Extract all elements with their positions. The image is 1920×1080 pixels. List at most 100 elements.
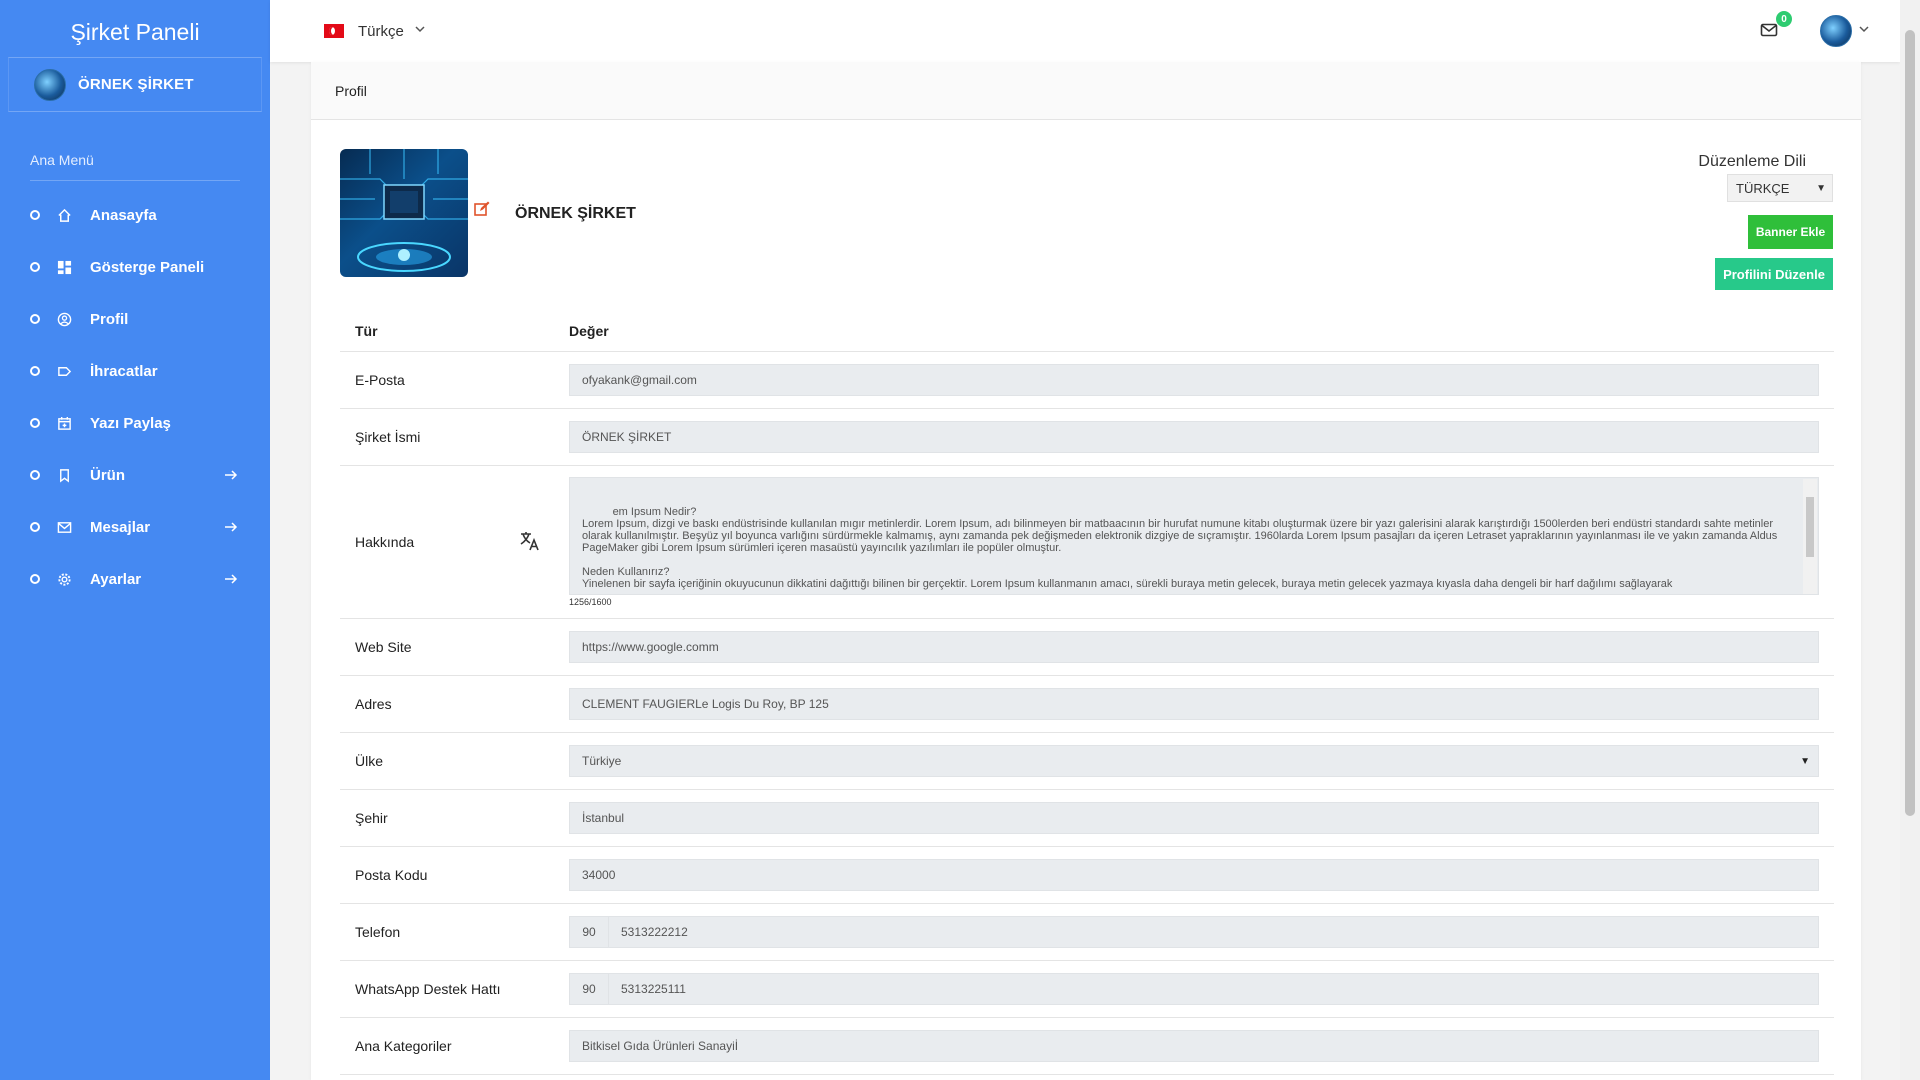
card-header: Profil	[311, 62, 1861, 120]
table-row-web: Web Site https://www.google.comm	[340, 619, 1834, 676]
sidebar-item-label: Profil	[90, 310, 129, 328]
country-value: Türkiye	[582, 754, 622, 768]
whatsapp-input-group: 90 5313225111	[569, 973, 1819, 1005]
arrow-right-icon	[224, 572, 238, 586]
sidebar-item-urun[interactable]: Ürün	[0, 449, 270, 501]
mail-count-badge: 0	[1776, 11, 1792, 27]
table-row-city: Şehir İstanbul	[340, 790, 1834, 847]
field-label: Ülke	[355, 753, 384, 769]
table-row-whatsapp: WhatsApp Destek Hattı 90 5313225111	[340, 961, 1834, 1018]
sidebar-item-mesajlar[interactable]: Mesajlar	[0, 501, 270, 553]
column-header-type: Tür	[355, 322, 378, 339]
language-selector[interactable]: Türkçe	[324, 22, 426, 40]
field-label: Telefon	[355, 924, 401, 940]
edit-language-select[interactable]: TÜRKÇE ▼	[1727, 174, 1833, 202]
textarea-scrollbar[interactable]	[1803, 479, 1817, 594]
phone-field[interactable]: 5313222212	[609, 916, 1819, 948]
caret-down-icon: ▼	[1800, 755, 1810, 767]
field-label: WhatsApp Destek Hattı	[355, 981, 501, 997]
sidebar-item-anasayfa[interactable]: Anasayfa	[0, 189, 270, 241]
address-field[interactable]: CLEMENT FAUGIERLe Logis Du Roy, BP 125	[569, 688, 1819, 720]
page-scrollbar[interactable]	[1900, 0, 1920, 1080]
table-header: Tür Değer	[340, 310, 1834, 352]
table-row-country: Ülke Türkiye ▼	[340, 733, 1834, 790]
tag-icon	[56, 363, 72, 379]
char-count: 1256/1600	[569, 597, 612, 607]
about-textarea[interactable]: em Ipsum Nedir? Lorem Ipsum, dizgi ve ba…	[569, 477, 1819, 595]
topbar-actions: 0	[1760, 0, 1870, 62]
sidebar-item-label: İhracatlar	[90, 362, 158, 380]
translate-icon[interactable]	[518, 529, 542, 553]
sidebar-item-gosterge-paneli[interactable]: Gösterge Paneli	[0, 241, 270, 293]
table-row-zip: Posta Kodu 34000	[340, 847, 1834, 904]
whatsapp-field[interactable]: 5313225111	[609, 973, 1819, 1005]
bullet-icon	[30, 366, 40, 376]
edit-logo-icon[interactable]	[473, 200, 491, 218]
edit-language-value: TÜRKÇE	[1736, 180, 1790, 196]
menu-divider	[30, 180, 240, 181]
chevron-down-icon	[414, 22, 426, 40]
bullet-icon	[30, 470, 40, 480]
email-field[interactable]: ofyakank@gmail.com	[569, 364, 1819, 396]
chevron-down-icon	[1858, 22, 1870, 40]
whatsapp-code-field[interactable]: 90	[569, 973, 609, 1005]
website-field[interactable]: https://www.google.comm	[569, 631, 1819, 663]
messages-button[interactable]: 0	[1760, 11, 1792, 41]
table-row-category: Ana Kategoriler Bitkisel Gıda Ürünleri S…	[340, 1018, 1834, 1075]
bullet-icon	[30, 522, 40, 532]
sidebar: Şirket Paneli ÖRNEK ŞİRKET Ana Menü Anas…	[0, 0, 270, 1080]
user-menu[interactable]	[1820, 15, 1870, 47]
field-label: Hakkında	[355, 534, 415, 550]
sidebar-item-label: Mesajlar	[90, 518, 151, 536]
phone-input-group: 90 5313222212	[569, 916, 1819, 948]
category-field[interactable]: Bitkisel Gıda Ürünleri Sanayiİ	[569, 1030, 1819, 1062]
company-name-field[interactable]: ÖRNEK ŞİRKET	[569, 421, 1819, 453]
field-label-cell: Hakkında	[340, 466, 569, 618]
calendar-plus-icon	[56, 415, 72, 431]
company-avatar	[34, 68, 66, 101]
sidebar-item-label: Gösterge Paneli	[90, 258, 205, 276]
table-row-about: Hakkında em Ipsum Nedir? Lorem Ipsum, di…	[340, 466, 1834, 619]
page-scroll-thumb[interactable]	[1905, 30, 1915, 816]
country-select[interactable]: Türkiye ▼	[569, 745, 1819, 777]
textarea-scroll-thumb[interactable]	[1806, 497, 1814, 557]
field-label: Şehir	[355, 810, 388, 826]
field-label: Şirket İsmi	[355, 429, 421, 445]
field-label: E-Posta	[355, 372, 405, 388]
main-menu: Anasayfa Gösterge Paneli Profil İhracatl…	[0, 189, 270, 605]
field-label: Adres	[355, 696, 392, 712]
phone-code-field[interactable]: 90	[569, 916, 609, 948]
profile-header: ÖRNEK ŞİRKET Düzenleme Dili TÜRKÇE ▼ Ban…	[311, 120, 1861, 310]
edit-profile-button[interactable]: Profilini Düzenle	[1715, 258, 1833, 290]
sidebar-item-label: Ayarlar	[90, 570, 142, 588]
caret-down-icon: ▼	[1816, 182, 1826, 194]
sidebar-item-ayarlar[interactable]: Ayarlar	[0, 553, 270, 605]
column-header-value: Değer	[569, 322, 609, 339]
mail-icon	[56, 519, 72, 535]
table-row-phone: Telefon 90 5313222212	[340, 904, 1834, 961]
user-circle-icon	[56, 311, 72, 327]
bullet-icon	[30, 418, 40, 428]
topbar: Türkçe 0	[270, 0, 1900, 62]
table-row-email: E-Posta ofyakank@gmail.com	[340, 352, 1834, 409]
company-title: ÖRNEK ŞİRKET	[515, 205, 636, 222]
page-title: Profil	[335, 82, 367, 99]
gear-icon	[56, 571, 72, 587]
arrow-right-icon	[224, 520, 238, 534]
profile-card: Profil ÖRNEK ŞİRKET Düzenleme Dili TÜRKÇ…	[311, 62, 1861, 1080]
zip-field[interactable]: 34000	[569, 859, 1819, 891]
arrow-right-icon	[224, 468, 238, 482]
sidebar-item-label: Ürün	[90, 466, 125, 484]
sidebar-item-ihracatlar[interactable]: İhracatlar	[0, 345, 270, 397]
city-field[interactable]: İstanbul	[569, 802, 1819, 834]
sidebar-item-profil[interactable]: Profil	[0, 293, 270, 345]
add-banner-button[interactable]: Banner Ekle	[1748, 215, 1833, 249]
bullet-icon	[30, 210, 40, 220]
bullet-icon	[30, 314, 40, 324]
company-badge[interactable]: ÖRNEK ŞİRKET	[8, 57, 262, 112]
bullet-icon	[30, 574, 40, 584]
sidebar-item-yazi-paylas[interactable]: Yazı Paylaş	[0, 397, 270, 449]
field-label: Posta Kodu	[355, 867, 428, 883]
profile-table: Tür Değer E-Posta ofyakank@gmail.com Şir…	[340, 310, 1834, 1075]
about-text: em Ipsum Nedir? Lorem Ipsum, dizgi ve ba…	[582, 506, 1778, 590]
